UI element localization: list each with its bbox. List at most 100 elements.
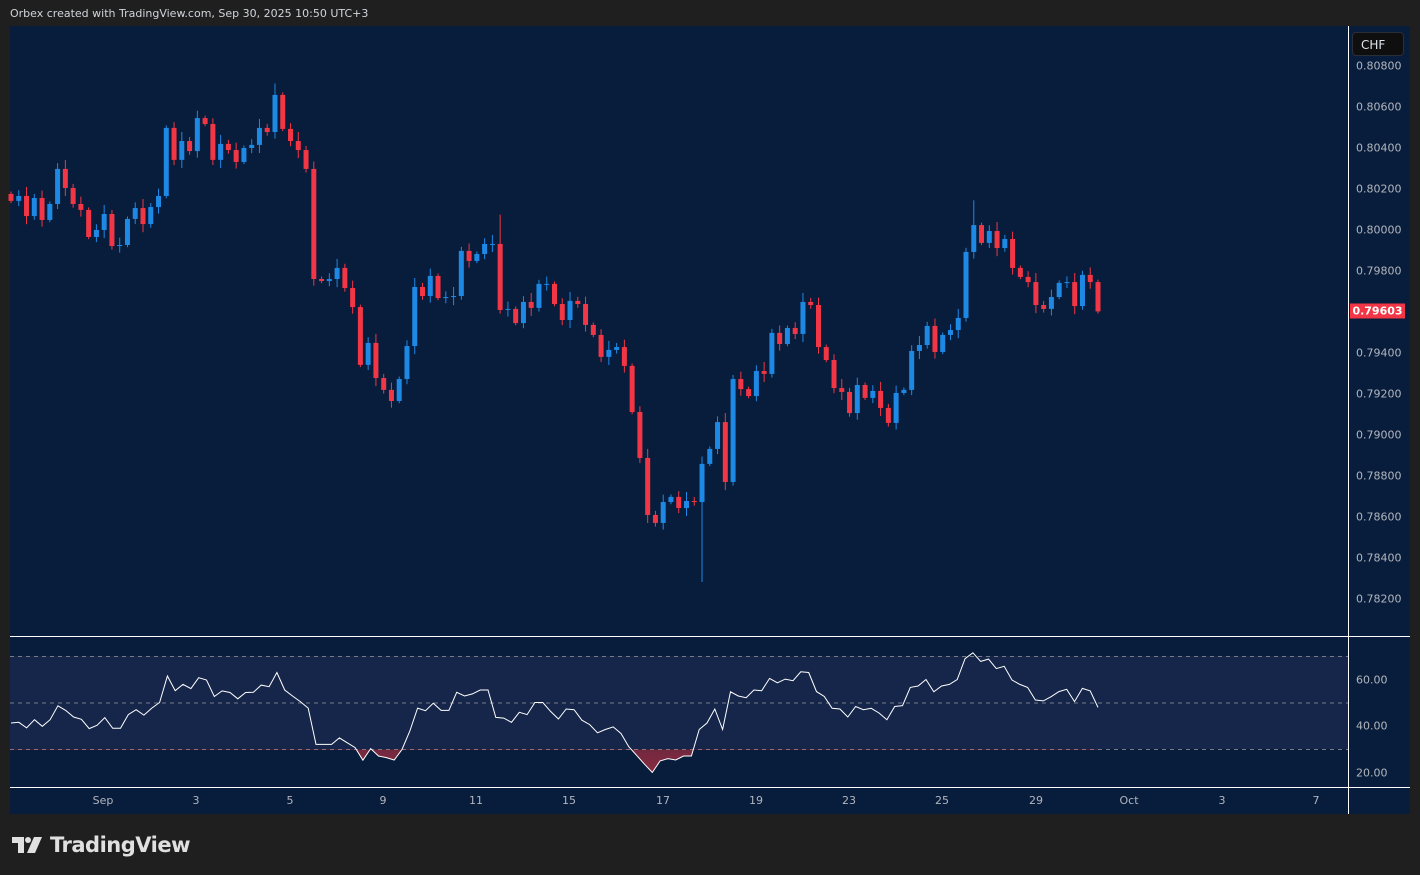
candle xyxy=(1072,273,1078,315)
candle-body xyxy=(979,225,985,243)
candle xyxy=(575,296,581,308)
time-tick-label: 25 xyxy=(935,794,949,807)
candle-body xyxy=(606,349,612,357)
candle-body xyxy=(738,379,744,390)
candle-body xyxy=(31,198,37,217)
candle-body xyxy=(194,118,200,152)
tradingview-logo-icon xyxy=(12,837,42,853)
currency-button[interactable]: CHF xyxy=(1352,32,1404,56)
candle-body xyxy=(319,278,325,282)
candle xyxy=(808,297,814,309)
candle-body xyxy=(373,342,379,379)
time-tick-label: 7 xyxy=(1312,794,1320,807)
tradingview-logo: TradingView xyxy=(12,833,190,857)
chart-canvas[interactable] xyxy=(0,0,1420,875)
candle-body xyxy=(171,127,177,160)
candle-body xyxy=(815,305,821,348)
candle-body xyxy=(683,501,689,508)
candle-body xyxy=(295,141,301,151)
candle xyxy=(319,276,325,284)
candle-body xyxy=(1033,282,1039,306)
candle-body xyxy=(132,208,138,219)
candle-body xyxy=(365,342,371,365)
candle-body xyxy=(583,304,589,325)
candle-body xyxy=(784,327,790,344)
candle-body xyxy=(839,388,845,392)
time-tick-label: 9 xyxy=(379,794,387,807)
candle xyxy=(311,161,317,286)
price-tick-label: 0.79000 xyxy=(1356,428,1402,442)
candle-body xyxy=(513,308,519,324)
candle xyxy=(435,273,441,301)
candle xyxy=(955,308,961,339)
candle xyxy=(1017,265,1023,280)
candle-body xyxy=(621,347,627,366)
candle xyxy=(893,385,899,430)
candle xyxy=(924,321,930,349)
time-tick-label: Sep xyxy=(92,794,114,807)
candle xyxy=(598,329,604,363)
candle-body xyxy=(334,267,340,279)
candle-body xyxy=(350,288,356,308)
price-tick-label: 0.78400 xyxy=(1356,551,1402,565)
candle xyxy=(412,277,418,355)
candle-body xyxy=(792,327,798,334)
candle xyxy=(652,510,658,527)
candle-body xyxy=(552,283,557,305)
candle-body xyxy=(109,214,115,246)
candle-body xyxy=(909,350,915,390)
candle xyxy=(994,222,1000,257)
candle-body xyxy=(210,124,216,160)
candle-body xyxy=(544,283,550,285)
candle-body xyxy=(940,334,946,352)
candle xyxy=(699,456,705,582)
candle-body xyxy=(614,347,620,350)
candle xyxy=(156,188,162,214)
time-tick-label: 3 xyxy=(1218,794,1226,807)
candle-body xyxy=(8,193,14,201)
candle-body xyxy=(62,168,68,188)
candle-body xyxy=(86,209,92,237)
candle xyxy=(823,344,829,363)
candle xyxy=(683,491,689,517)
candle-body xyxy=(1072,282,1078,307)
candle xyxy=(815,297,821,354)
candle xyxy=(559,298,565,326)
candle xyxy=(233,142,239,169)
candle xyxy=(746,386,752,399)
candle xyxy=(505,301,511,317)
candle-body xyxy=(1064,282,1070,284)
candle xyxy=(839,379,845,401)
candle xyxy=(396,376,402,404)
candle xyxy=(854,377,860,420)
candle xyxy=(264,123,270,136)
candle xyxy=(458,246,464,300)
price-tick-label: 0.80800 xyxy=(1356,59,1402,73)
candle-body xyxy=(637,412,643,458)
candle xyxy=(1056,280,1062,300)
candle-body xyxy=(117,244,123,246)
candle-body xyxy=(326,278,332,282)
candle-body xyxy=(140,208,146,225)
candle xyxy=(218,134,224,169)
candle xyxy=(513,306,519,326)
time-tick-label: Oct xyxy=(1119,794,1139,807)
candle xyxy=(334,258,340,288)
price-tick-label: 0.78600 xyxy=(1356,510,1402,524)
candle-body xyxy=(163,127,169,196)
candle-body xyxy=(156,195,162,208)
candle-body xyxy=(39,198,45,220)
time-tick-label: 17 xyxy=(656,794,670,807)
candle-body xyxy=(505,308,511,310)
candle-body xyxy=(676,496,682,508)
candle-body xyxy=(233,150,239,162)
candle-body xyxy=(482,243,488,254)
price-tick-label: 0.80200 xyxy=(1356,182,1402,196)
price-tick-label: 0.79200 xyxy=(1356,387,1402,401)
candle-body xyxy=(932,325,938,352)
candle xyxy=(715,416,721,455)
candle xyxy=(280,92,286,132)
candle xyxy=(940,332,946,355)
candle xyxy=(932,318,938,359)
candle xyxy=(590,322,596,338)
